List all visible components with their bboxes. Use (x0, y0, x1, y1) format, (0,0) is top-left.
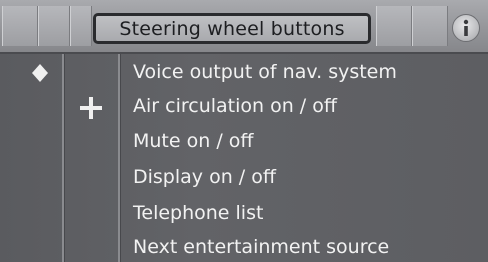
list-item-label: Mute on / off (133, 130, 254, 152)
column-divider (62, 54, 64, 262)
plus-icon (80, 97, 102, 123)
list-item-label: Telephone list (133, 202, 264, 224)
header-segment (376, 6, 412, 46)
header-segment (412, 6, 448, 46)
list-item[interactable]: Air circulation on / off (133, 91, 337, 121)
list-item[interactable]: Voice output of nav. system (133, 57, 397, 87)
page-title: Steering wheel buttons (119, 17, 345, 40)
header-segment (70, 6, 92, 46)
list-item-label: Next entertainment source (133, 236, 390, 258)
list-item-label: Display on / off (133, 166, 276, 188)
diamond-icon (32, 64, 48, 86)
info-icon (463, 19, 469, 36)
list-item[interactable]: Mute on / off (133, 126, 253, 156)
list-item[interactable]: Display on / off (133, 162, 276, 192)
header-bar: Steering wheel buttons (0, 0, 488, 54)
info-button[interactable] (452, 14, 480, 42)
header-segment (38, 6, 70, 46)
list-item-label: Air circulation on / off (133, 95, 337, 117)
header-segment (2, 6, 38, 46)
column-divider (118, 54, 120, 262)
title-tab[interactable]: Steering wheel buttons (93, 13, 371, 44)
list-item[interactable]: Next entertainment source (133, 232, 389, 262)
list-item-label: Voice output of nav. system (133, 61, 397, 83)
list-item[interactable]: Telephone list (133, 198, 263, 228)
ui-screen: Steering wheel buttons Voice output of n… (0, 0, 488, 262)
